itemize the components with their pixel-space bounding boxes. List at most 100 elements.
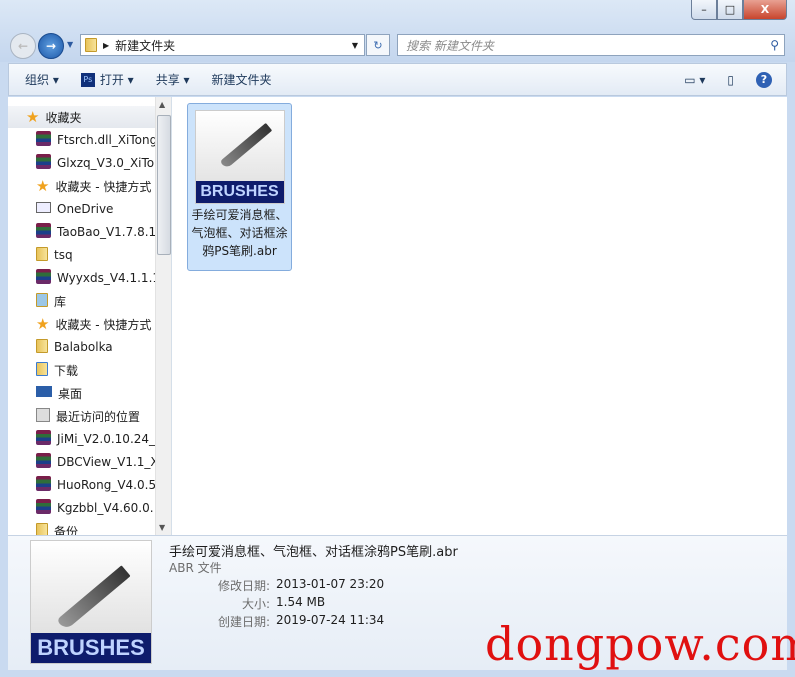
forward-arrow-icon: → (45, 39, 57, 53)
star-icon: ★ (36, 177, 50, 195)
sidebar-item-label: JiMi_V2.0.10.24_ (57, 432, 156, 446)
back-arrow-icon: ← (17, 39, 29, 53)
organize-label: 组织 ▾ (25, 73, 59, 87)
download-folder-icon (36, 361, 48, 379)
sidebar-item-label: OneDrive (57, 202, 114, 216)
sidebar-item-label: 收藏夹 (45, 110, 82, 125)
file-item[interactable]: BRUSHES 手绘可爱消息框、气泡框、对话框涂鸦PS笔刷.abr (187, 103, 292, 271)
rar-icon (36, 131, 51, 149)
sidebar-item[interactable]: Glxzq_V3.0_XiTo (8, 152, 156, 174)
sidebar-item-label: Wyyxds_V4.1.1.1 (57, 271, 156, 285)
desktop-icon (36, 386, 52, 400)
details-title: 手绘可爱消息框、气泡框、对话框涂鸦PS笔刷.abr (169, 545, 458, 560)
sidebar-item[interactable]: ★ 收藏夹 - 快捷方式 (8, 175, 156, 197)
sidebar-item-label: 收藏夹 - 快捷方式 (55, 179, 152, 194)
breadcrumb[interactable]: 新建文件夹 (115, 37, 175, 54)
sidebar-item-label: DBCView_V1.1_X (57, 455, 156, 469)
library-icon (36, 292, 48, 310)
sidebar-item-label: Balabolka (54, 340, 113, 354)
sidebar-item[interactable]: Ftsrch.dll_XiTong (8, 129, 156, 151)
new-folder-label: 新建文件夹 (211, 73, 272, 87)
view-options-icon[interactable]: ▭ ▾ (684, 73, 705, 87)
minimize-button[interactable]: – (691, 0, 717, 20)
modified-row: 修改日期: 2013-01-07 23:20 (217, 577, 385, 593)
breadcrumb-chevron-icon[interactable]: ▶ (103, 41, 109, 50)
sidebar-item[interactable]: OneDrive (8, 198, 156, 220)
folder-icon (36, 338, 48, 356)
file-name: 手绘可爱消息框、气泡框、对话框涂鸦PS笔刷.abr (191, 208, 288, 258)
sidebar-item-label: 下载 (54, 363, 79, 378)
details-type: ABR 文件 (169, 561, 222, 575)
recent-pages-dropdown-icon[interactable]: ▼ (67, 40, 73, 49)
scroll-down-icon[interactable]: ▼ (159, 523, 165, 532)
open-label: 打开 ▾ (99, 73, 134, 87)
sidebar-item[interactable]: 最近访问的位置 (8, 405, 156, 427)
search-input[interactable]: 搜索 新建文件夹 ⚲ (397, 34, 785, 56)
brushes-preview-thumbnail: BRUSHES (30, 540, 152, 664)
rar-icon (36, 499, 51, 517)
back-button[interactable]: ← (10, 33, 36, 59)
sidebar-item-label: 收藏夹 - 快捷方式 (55, 317, 152, 332)
sidebar-item[interactable]: 下载 (8, 359, 156, 381)
preview-pane-icon[interactable]: ▯ (727, 73, 734, 87)
recent-icon (36, 407, 50, 425)
brushes-thumbnail: BRUSHES (194, 110, 285, 204)
watermark: dongpow.com (485, 617, 795, 671)
size-row: 大小: 1.54 MB (241, 595, 326, 611)
sidebar-item[interactable]: Kgzbbl_V4.60.0. (8, 497, 156, 519)
onedrive-icon (36, 202, 51, 216)
folder-icon (85, 38, 97, 52)
folder-icon (36, 522, 48, 535)
scrollbar-thumb[interactable] (157, 115, 171, 255)
sidebar-item-label: Ftsrch.dll_XiTong (57, 133, 156, 147)
scroll-up-icon[interactable]: ▲ (159, 100, 165, 109)
sidebar-item[interactable]: DBCView_V1.1_X (8, 451, 156, 473)
search-icon[interactable]: ⚲ (770, 38, 779, 52)
photoshop-icon: Ps (80, 72, 95, 87)
help-icon[interactable]: ? (756, 71, 772, 88)
command-bar: 组织 ▾ Ps 打开 ▾ 共享 ▾ 新建文件夹 ▭ ▾ ▯ ? (8, 63, 787, 96)
address-bar[interactable]: ▶ 新建文件夹 ▼ (80, 34, 365, 56)
organize-button[interactable]: 组织 ▾ (25, 71, 59, 88)
forward-button[interactable]: → (38, 33, 64, 59)
rar-icon (36, 453, 51, 471)
sidebar-item-label: tsq (54, 248, 73, 262)
sidebar-item-label: 桌面 (58, 386, 83, 401)
close-button[interactable]: X (743, 0, 787, 20)
sidebar-item[interactable]: Balabolka (8, 336, 156, 358)
share-button[interactable]: 共享 ▾ (156, 71, 190, 88)
address-dropdown-icon[interactable]: ▼ (352, 41, 358, 50)
sidebar-item[interactable]: 备份 (8, 520, 156, 535)
open-button[interactable]: Ps 打开 ▾ (80, 71, 134, 88)
sidebar-item-label: 库 (54, 294, 67, 309)
sidebar-item[interactable]: HuoRong_V4.0.5 (8, 474, 156, 496)
sidebar-item-label: 最近访问的位置 (56, 409, 141, 424)
rar-icon (36, 223, 51, 241)
sidebar-item[interactable]: tsq (8, 244, 156, 266)
sidebar-item-label: 备份 (54, 524, 79, 536)
created-row: 创建日期: 2019-07-24 11:34 (217, 613, 385, 629)
sidebar-item-label: Glxzq_V3.0_XiTo (57, 156, 155, 170)
sidebar-item[interactable]: ★ 收藏夹 - 快捷方式 (8, 313, 156, 335)
rar-icon (36, 476, 51, 494)
sidebar-item[interactable]: ★ 收藏夹 (8, 106, 158, 128)
search-placeholder: 搜索 新建文件夹 (406, 38, 494, 53)
sidebar-item[interactable]: JiMi_V2.0.10.24_ (8, 428, 156, 450)
sidebar-item[interactable]: Wyyxds_V4.1.1.1 (8, 267, 156, 289)
star-icon: ★ (26, 108, 40, 126)
rar-icon (36, 269, 51, 287)
sidebar-item-label: HuoRong_V4.0.5 (57, 478, 156, 492)
file-list: BRUSHES 手绘可爱消息框、气泡框、对话框涂鸦PS笔刷.abr (172, 97, 787, 535)
folder-icon (36, 246, 48, 264)
nav-scrollbar[interactable]: ▲ ▼ (155, 97, 171, 535)
sidebar-item[interactable]: 库 (8, 290, 156, 312)
maximize-button[interactable]: □ (717, 0, 743, 20)
sidebar-item-label: TaoBao_V1.7.8.1 (57, 225, 156, 239)
refresh-button[interactable]: ↻ (366, 34, 390, 56)
sidebar-item[interactable]: TaoBao_V1.7.8.1 (8, 221, 156, 243)
sidebar-item[interactable]: 桌面 (8, 382, 156, 404)
navigation-pane: 备份 Kgzbbl_V4.60.0. HuoRong_V4.0.5 DBCView_V… (8, 97, 172, 535)
rar-icon (36, 430, 51, 448)
share-label: 共享 ▾ (155, 73, 190, 87)
new-folder-button[interactable]: 新建文件夹 (212, 71, 272, 88)
